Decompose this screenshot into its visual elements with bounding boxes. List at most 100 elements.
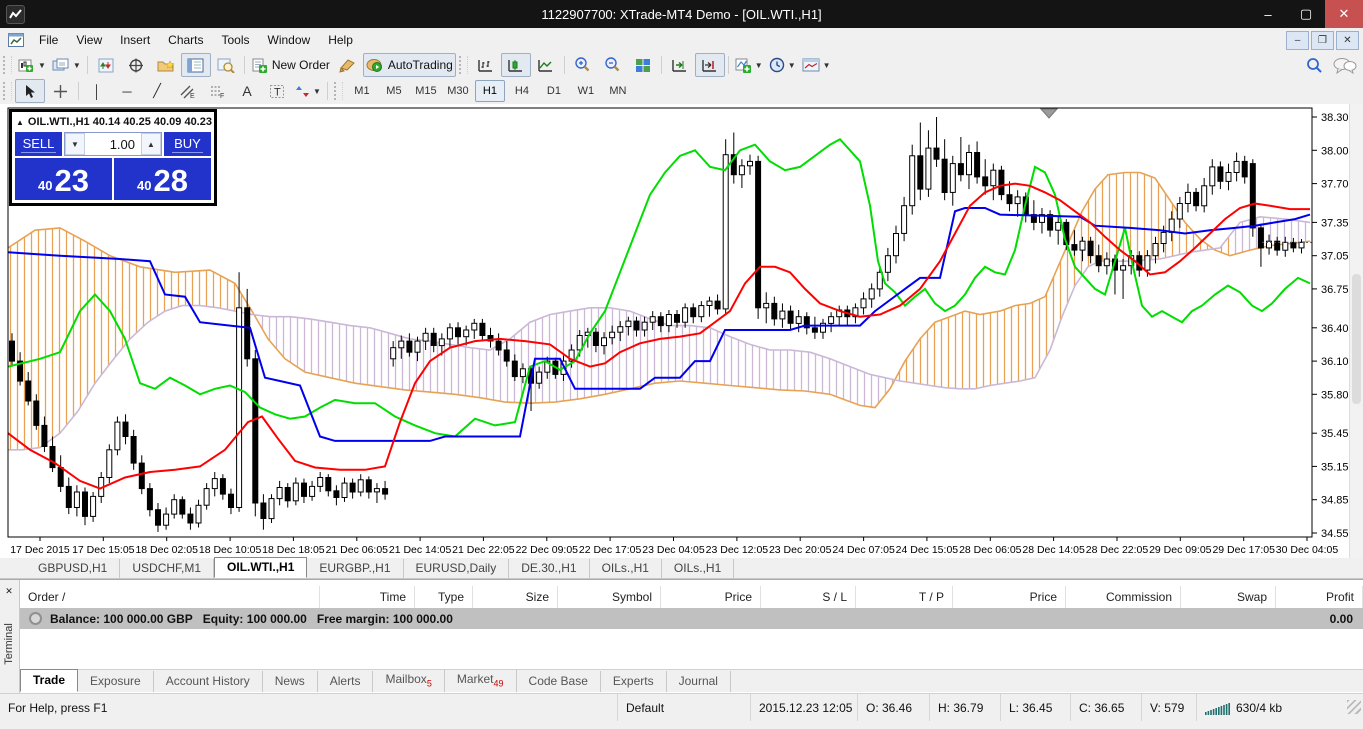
- text-label-tool-button[interactable]: T: [262, 79, 292, 103]
- close-button[interactable]: ✕: [1325, 0, 1363, 28]
- sell-button[interactable]: SELL: [15, 132, 62, 156]
- bar-chart-button[interactable]: [471, 53, 501, 77]
- buy-button[interactable]: BUY: [164, 132, 211, 156]
- volume-value[interactable]: 1.00: [85, 133, 141, 155]
- toolbar-grip[interactable]: [459, 56, 468, 74]
- horizontal-line-tool-button[interactable]: ─: [112, 79, 142, 103]
- toolbar-grip[interactable]: [334, 82, 343, 100]
- data-window-button[interactable]: [121, 53, 151, 77]
- menu-window[interactable]: Window: [259, 30, 320, 50]
- navigator-button[interactable]: [151, 53, 181, 77]
- mdi-minimize-button[interactable]: –: [1286, 31, 1309, 50]
- terminal-tab-trade[interactable]: Trade: [20, 669, 78, 692]
- column-header-swap[interactable]: Swap: [1181, 586, 1276, 608]
- column-header-s-l[interactable]: S / L: [761, 586, 856, 608]
- templates-button[interactable]: ▼: [799, 53, 834, 77]
- panel-collapse-icon[interactable]: ▲: [16, 118, 24, 127]
- column-header-size[interactable]: Size: [473, 586, 558, 608]
- cursor-tool-button[interactable]: [15, 79, 45, 103]
- terminal-tab-account-history[interactable]: Account History: [154, 671, 263, 692]
- chart-tab-oils-h1[interactable]: OILs.,H1: [590, 559, 662, 578]
- timeframe-w1[interactable]: W1: [571, 80, 601, 102]
- autotrading-button[interactable]: AutoTrading: [363, 53, 456, 77]
- column-header-profit[interactable]: Profit: [1276, 586, 1363, 608]
- terminal-side-tab[interactable]: Terminal: [0, 580, 20, 694]
- trendline-tool-button[interactable]: ╱: [142, 79, 172, 103]
- terminal-tab-code-base[interactable]: Code Base: [517, 671, 601, 692]
- menu-file[interactable]: File: [30, 30, 67, 50]
- timeframe-h1[interactable]: H1: [475, 80, 505, 102]
- column-header-symbol[interactable]: Symbol: [558, 586, 661, 608]
- menu-charts[interactable]: Charts: [159, 30, 212, 50]
- chart-tab-de-30-h1[interactable]: DE.30.,H1: [509, 559, 589, 578]
- text-tool-button[interactable]: A: [232, 79, 262, 103]
- menu-view[interactable]: View: [67, 30, 111, 50]
- sell-price[interactable]: 4023: [15, 158, 112, 200]
- scrollbar-thumb[interactable]: [1352, 274, 1361, 404]
- timeframe-h4[interactable]: H4: [507, 80, 537, 102]
- candlestick-chart-button[interactable]: [501, 53, 531, 77]
- column-header-t-p[interactable]: T / P: [856, 586, 953, 608]
- toolbar-grip[interactable]: [3, 56, 12, 74]
- strategy-tester-button[interactable]: [211, 53, 241, 77]
- terminal-tab-news[interactable]: News: [263, 671, 318, 692]
- chart-shift-marker[interactable]: [1041, 109, 1057, 118]
- chart-tab-oil-wti-h1[interactable]: OIL.WTI.,H1: [214, 557, 307, 578]
- column-header-time[interactable]: Time: [320, 586, 415, 608]
- arrows-tool-button[interactable]: ▼: [292, 79, 324, 103]
- column-header-price[interactable]: Price: [953, 586, 1066, 608]
- profiles-button[interactable]: ▼: [49, 53, 84, 77]
- new-chart-button[interactable]: ▼: [15, 53, 49, 77]
- terminal-tab-market[interactable]: Market49: [445, 669, 517, 692]
- timeframe-m15[interactable]: M15: [411, 80, 441, 102]
- chart-tab-eurusd-daily[interactable]: EURUSD,Daily: [404, 559, 510, 578]
- column-header-type[interactable]: Type: [415, 586, 473, 608]
- menu-help[interactable]: Help: [319, 30, 362, 50]
- buy-price[interactable]: 4028: [114, 158, 211, 200]
- timeframe-m30[interactable]: M30: [443, 80, 473, 102]
- fibonacci-tool-button[interactable]: F: [202, 79, 232, 103]
- crosshair-tool-button[interactable]: [45, 79, 75, 103]
- timeframe-m5[interactable]: M5: [379, 80, 409, 102]
- terminal-close-icon[interactable]: ✕: [3, 585, 15, 597]
- market-watch-button[interactable]: [91, 53, 121, 77]
- terminal-tab-experts[interactable]: Experts: [601, 671, 667, 692]
- column-header-price[interactable]: Price: [661, 586, 761, 608]
- terminal-tab-mailbox[interactable]: Mailbox5: [373, 669, 444, 692]
- chart-tab-gbpusd-h1[interactable]: GBPUSD,H1: [26, 559, 120, 578]
- search-icon[interactable]: [1306, 57, 1323, 74]
- volume-increase-button[interactable]: ▲: [141, 133, 161, 155]
- terminal-tab-exposure[interactable]: Exposure: [78, 671, 154, 692]
- terminal-tab-alerts[interactable]: Alerts: [318, 671, 374, 692]
- zoom-out-button[interactable]: [598, 53, 628, 77]
- mdi-restore-button[interactable]: ❐: [1311, 31, 1334, 50]
- minimize-button[interactable]: –: [1249, 0, 1287, 28]
- community-chat-icon[interactable]: [1333, 57, 1357, 74]
- zoom-in-button[interactable]: [568, 53, 598, 77]
- menu-tools[interactable]: Tools: [213, 30, 259, 50]
- menu-insert[interactable]: Insert: [111, 30, 159, 50]
- volume-decrease-button[interactable]: ▼: [65, 133, 85, 155]
- chart-tab-usdchf-m1[interactable]: USDCHF,M1: [120, 559, 214, 578]
- auto-scroll-button[interactable]: [665, 53, 695, 77]
- chart-tab-oils-h1[interactable]: OILs.,H1: [662, 559, 734, 578]
- indicators-button[interactable]: ▼: [732, 53, 766, 77]
- terminal-toggle-button[interactable]: [181, 53, 211, 77]
- column-header-order-[interactable]: Order /: [20, 586, 320, 608]
- resize-grip[interactable]: [1347, 700, 1361, 714]
- chart-shift-button[interactable]: [695, 53, 725, 77]
- timeframe-m1[interactable]: M1: [347, 80, 377, 102]
- mdi-close-button[interactable]: ✕: [1336, 31, 1359, 50]
- timeframe-mn[interactable]: MN: [603, 80, 633, 102]
- tile-windows-button[interactable]: [628, 53, 658, 77]
- channel-tool-button[interactable]: E: [172, 79, 202, 103]
- timeframe-d1[interactable]: D1: [539, 80, 569, 102]
- new-order-button[interactable]: New Order: [248, 53, 333, 77]
- vertical-line-tool-button[interactable]: │: [82, 79, 112, 103]
- line-chart-button[interactable]: [531, 53, 561, 77]
- chart-tab-eurgbp-h1[interactable]: EURGBP.,H1: [307, 559, 403, 578]
- maximize-button[interactable]: ▢: [1287, 0, 1325, 28]
- column-header-commission[interactable]: Commission: [1066, 586, 1181, 608]
- toolbar-grip[interactable]: [3, 82, 12, 100]
- chart-style-button[interactable]: [333, 53, 363, 77]
